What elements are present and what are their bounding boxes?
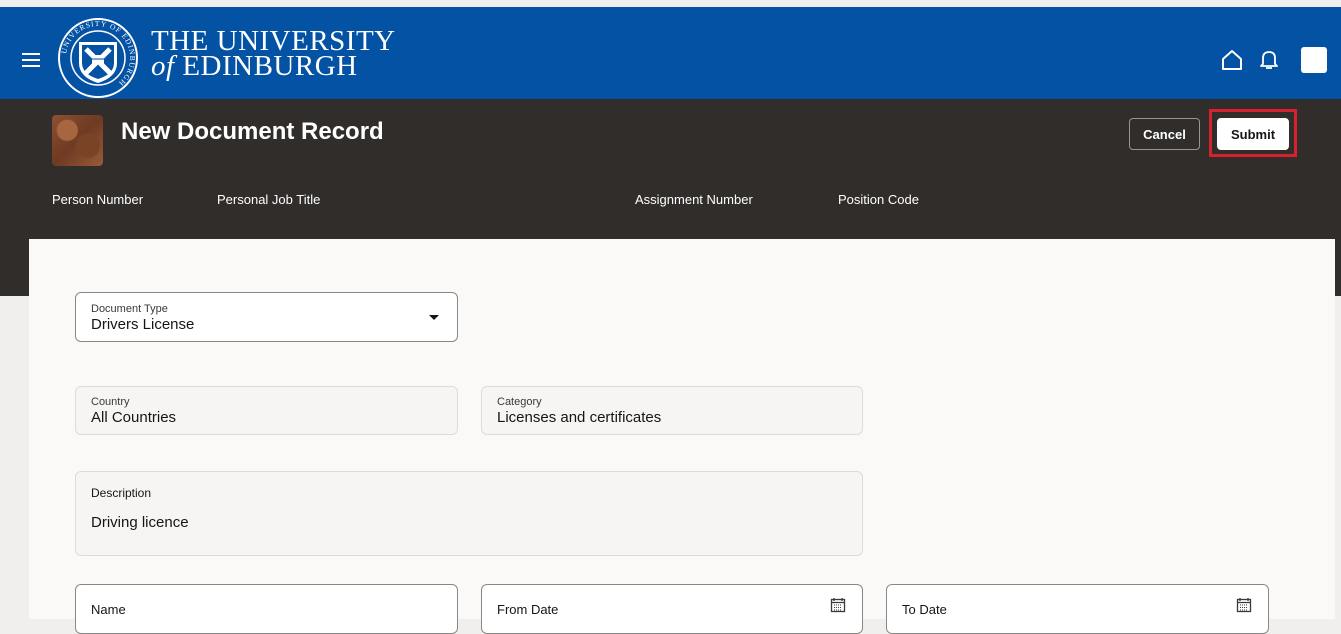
- person-number-label: Person Number: [52, 192, 144, 207]
- category-label: Category: [497, 396, 542, 408]
- to-date-label: To Date: [902, 602, 947, 617]
- name-label: Name: [91, 602, 126, 617]
- university-name[interactable]: THE UNIVERSITY of EDINBURGH: [151, 27, 396, 82]
- description-field: Description Driving licence: [75, 471, 863, 556]
- document-type-select[interactable]: Document Type Drivers License: [75, 292, 458, 342]
- description-label: Description: [91, 486, 152, 500]
- calendar-icon[interactable]: [830, 597, 846, 613]
- user-menu-avatar[interactable]: [1301, 47, 1327, 73]
- personal-job-title-label: Personal Job Title: [217, 192, 321, 207]
- document-type-label: Document Type: [91, 303, 168, 315]
- notifications-bell-icon[interactable]: [1259, 49, 1279, 71]
- category-value: Licenses and certificates: [497, 409, 662, 426]
- university-name-line2: EDINBURGH: [182, 50, 358, 82]
- country-label: Country: [91, 396, 130, 408]
- country-value: All Countries: [91, 409, 177, 426]
- university-name-of: of: [151, 50, 175, 82]
- cancel-button[interactable]: Cancel: [1129, 118, 1200, 150]
- from-date-label: From Date: [497, 602, 559, 617]
- person-avatar: [52, 115, 103, 166]
- menu-icon[interactable]: [22, 53, 40, 67]
- submit-button[interactable]: Submit: [1217, 118, 1289, 150]
- university-crest-logo[interactable]: UNIVERSITY OF EDINBURGH: [57, 17, 139, 99]
- to-date-input[interactable]: To Date: [886, 584, 1269, 634]
- chevron-down-icon: [429, 315, 439, 320]
- calendar-icon[interactable]: [1236, 597, 1252, 613]
- document-type-value: Drivers License: [91, 316, 195, 333]
- assignment-number-label: Assignment Number: [635, 192, 753, 207]
- position-code-label: Position Code: [838, 192, 919, 207]
- from-date-input[interactable]: From Date: [481, 584, 863, 634]
- category-field: Category Licenses and certificates: [481, 386, 863, 435]
- name-input[interactable]: Name: [75, 584, 458, 634]
- description-value: Driving licence: [91, 514, 189, 531]
- home-icon[interactable]: [1221, 49, 1243, 71]
- top-bar: UNIVERSITY OF EDINBURGH THE UNIVERSITY o…: [0, 7, 1341, 99]
- country-field: Country All Countries: [75, 386, 458, 435]
- page-title: New Document Record: [121, 118, 384, 145]
